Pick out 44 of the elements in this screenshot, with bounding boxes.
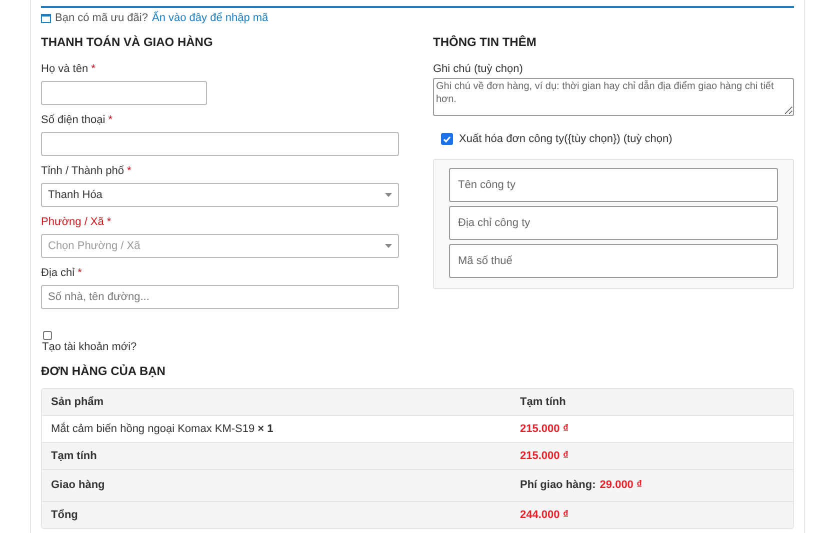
table-cell-text: Giao hàng xyxy=(50,478,106,494)
price: 215.000 ₫ xyxy=(520,422,568,437)
notes-field[interactable]: Ghi chú về đơn hàng, ví dụ: thời gian hay chỉ dẫn địa điểm giao hàng chi tiết hơn. xyxy=(433,78,794,116)
column-header: Tạm tính xyxy=(520,394,566,410)
section-heading: THÔNG TIN THÊM xyxy=(433,35,538,49)
section-heading: THANH TOÁN VÀ GIAO HÀNG xyxy=(41,35,214,49)
calendar-icon xyxy=(41,14,51,23)
checkbox-label: Tạo tài khoản mới? xyxy=(42,341,137,354)
field-label: Số điện thoại xyxy=(41,114,106,127)
input-field[interactable]: Số nhà, tên đường... xyxy=(41,285,399,309)
checkbox[interactable] xyxy=(43,331,52,340)
table-cell-text: Tổng xyxy=(50,508,79,523)
shipping-label: Phí giao hàng: xyxy=(520,478,596,494)
price: 29.000 ₫ xyxy=(600,478,642,494)
select-field[interactable]: Chọn Phường / Xã xyxy=(41,234,399,258)
price: 215.000 ₫ xyxy=(520,448,568,464)
section-heading: ĐƠN HÀNG CỦA BẠN xyxy=(41,364,166,378)
field-label: Địa chỉ xyxy=(41,267,75,280)
checkbox[interactable] xyxy=(441,133,453,146)
required-mark: * xyxy=(91,63,96,76)
input-field[interactable]: Tên công ty xyxy=(449,168,778,202)
required-mark: * xyxy=(126,165,132,178)
input-field[interactable]: Địa chỉ công ty xyxy=(449,206,778,240)
field-label: Họ và tên xyxy=(41,63,88,76)
check-icon xyxy=(443,136,451,143)
input-field[interactable] xyxy=(41,81,207,105)
field-label: Ghi chú (tuỳ chọn) xyxy=(433,63,524,76)
field-label: Tỉnh / Thành phố xyxy=(41,165,124,178)
select-field[interactable]: Thanh Hóa xyxy=(41,183,399,207)
input-field[interactable] xyxy=(41,132,399,156)
required-mark: * xyxy=(108,114,112,127)
field-label: Phường / Xã xyxy=(41,216,104,229)
table-cell-text: Tạm tính xyxy=(50,448,98,464)
table-cell-text: Mắt cảm biến hồng ngoại Komax KM-S19 × 1 xyxy=(50,422,274,437)
price: 244.000 ₫ xyxy=(520,508,568,523)
coupon-prompt: Bạn có mã ưu đãi? xyxy=(55,12,148,25)
required-mark: * xyxy=(78,267,82,280)
input-field[interactable]: Mã số thuế xyxy=(449,244,778,278)
coupon-link[interactable]: Ấn vào đây để nhập mã xyxy=(152,12,268,25)
caret-icon xyxy=(385,244,392,248)
checkbox-label: Xuất hóa đơn công ty({tùy chọn}) (tuỳ chọn) xyxy=(459,132,672,147)
column-header: Sản phẩm xyxy=(50,394,105,410)
caret-icon xyxy=(385,193,392,197)
required-mark: * xyxy=(106,216,112,229)
